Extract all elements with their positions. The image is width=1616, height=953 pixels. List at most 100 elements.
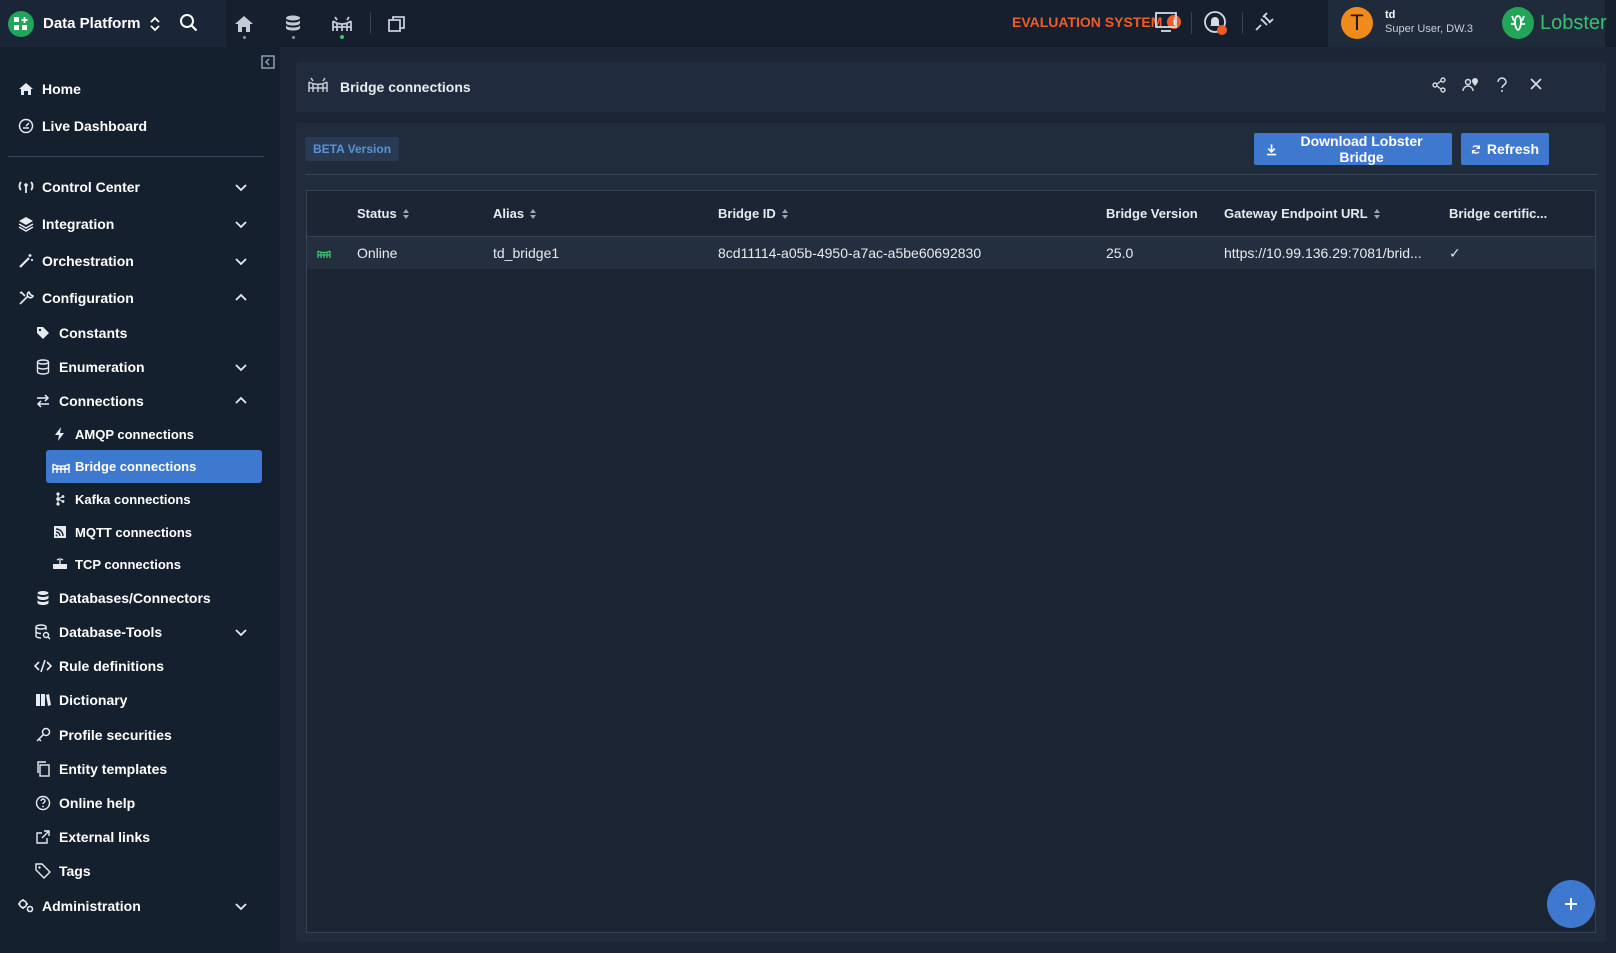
code-icon <box>34 657 52 675</box>
lobster-brand: Lobster <box>1502 7 1607 39</box>
books-icon <box>34 691 52 709</box>
evaluation-text: EVALUATION SYSTEM <box>1012 14 1163 30</box>
sidebar-item-external-links[interactable]: External links <box>0 823 272 851</box>
column-alias[interactable]: Alias <box>493 206 537 221</box>
tag-outline-icon <box>34 862 52 880</box>
bridge-icon <box>52 458 70 476</box>
sidebar-item-administration[interactable]: Administration <box>0 892 272 920</box>
sidebar-item-integration[interactable]: Integration <box>0 210 272 238</box>
sidebar-item-label: Entity templates <box>59 761 168 777</box>
sidebar-item-constants[interactable]: Constants <box>0 319 272 347</box>
sidebar-item-label: Home <box>42 81 81 97</box>
sidebar-item-dictionary[interactable]: Dictionary <box>0 686 272 714</box>
column-gateway-url[interactable]: Gateway Endpoint URL <box>1224 206 1381 221</box>
help-circle-icon <box>34 794 52 812</box>
monitor-icon[interactable] <box>1154 11 1178 33</box>
cell-status: Online <box>357 245 398 261</box>
sidebar-item-database-tools[interactable]: Database-Tools <box>0 618 272 646</box>
layers-icon <box>17 215 35 233</box>
panel-header: Bridge connections <box>296 62 1606 112</box>
sidebar-item-connections[interactable]: Connections <box>0 387 272 415</box>
bridge-table: Status Alias Bridge ID Bridge Version Ga… <box>306 190 1596 933</box>
plug-icon[interactable] <box>1253 11 1275 33</box>
plus-icon <box>1565 898 1577 910</box>
sidebar-item-profile-securities[interactable]: Profile securities <box>0 721 272 749</box>
sidebar-item-live-dashboard[interactable]: Live Dashboard <box>0 112 272 140</box>
external-link-icon <box>34 828 52 846</box>
column-bridge-certificate[interactable]: Bridge certific... <box>1449 206 1547 221</box>
add-button[interactable] <box>1547 880 1595 928</box>
nav-home[interactable] <box>224 0 264 47</box>
cell-certificate-check: ✓ <box>1449 245 1461 261</box>
sidebar-item-bridge-connections[interactable]: Bridge connections <box>46 450 262 483</box>
column-label: Status <box>357 206 397 221</box>
dashboard-icon <box>17 117 35 135</box>
bridge-icon <box>308 77 328 92</box>
download-bridge-button[interactable]: Download Lobster Bridge <box>1254 133 1452 165</box>
search-icon[interactable] <box>178 12 200 34</box>
notifications-icon[interactable] <box>1203 10 1231 38</box>
bolt-icon <box>51 425 69 443</box>
sort-icon <box>402 208 409 219</box>
chevron-up-icon <box>235 396 247 404</box>
sidebar-item-label: AMQP connections <box>75 426 194 442</box>
arrows-exchange-icon <box>34 392 52 410</box>
sort-icon <box>530 208 537 219</box>
sidebar-item-label: Connections <box>59 393 144 409</box>
nav-bridge[interactable] <box>322 0 362 47</box>
sidebar-item-online-help[interactable]: Online help <box>0 789 272 817</box>
column-status[interactable]: Status <box>357 206 410 221</box>
sidebar-item-orchestration[interactable]: Orchestration <box>0 247 272 275</box>
sidebar-item-rule-definitions[interactable]: Rule definitions <box>0 652 272 680</box>
sidebar-item-mqtt-connections[interactable]: MQTT connections <box>0 518 272 546</box>
wand-icon <box>17 252 35 270</box>
column-bridge-id[interactable]: Bridge ID <box>718 206 789 221</box>
sidebar-item-label: Database-Tools <box>59 624 163 640</box>
sidebar-item-enumeration[interactable]: Enumeration <box>0 353 272 381</box>
refresh-icon <box>1471 144 1480 154</box>
sidebar-item-home[interactable]: Home <box>0 75 272 103</box>
app-switcher[interactable]: Data Platform <box>0 0 226 47</box>
app-title: Data Platform <box>43 15 141 32</box>
rss-icon <box>51 523 69 541</box>
table-header: Status Alias Bridge ID Bridge Version Ga… <box>307 191 1595 237</box>
nav-databases[interactable] <box>273 0 313 47</box>
sidebar-item-databases-connectors[interactable]: Databases/Connectors <box>0 584 272 612</box>
nav-windows[interactable] <box>377 0 417 47</box>
help-icon[interactable] <box>1496 77 1508 93</box>
sidebar-item-kafka-connections[interactable]: Kafka connections <box>0 485 272 513</box>
chevron-down-icon <box>235 221 247 229</box>
column-label: Gateway Endpoint URL <box>1224 206 1368 221</box>
sidebar-item-label: Databases/Connectors <box>59 590 211 606</box>
database-icon <box>286 15 300 30</box>
collapse-sidebar-icon[interactable] <box>261 55 275 69</box>
sidebar-item-tags[interactable]: Tags <box>0 857 272 885</box>
close-icon[interactable] <box>1529 77 1543 91</box>
user-area[interactable]: T td Super User, DW.3 Lobster <box>1328 0 1607 47</box>
sidebar-item-label: External links <box>59 829 151 845</box>
sidebar-item-label: Control Center <box>42 179 140 195</box>
sidebar-item-entity-templates[interactable]: Entity templates <box>0 755 272 783</box>
sidebar-item-configuration[interactable]: Configuration <box>0 284 272 312</box>
sidebar-item-amqp-connections[interactable]: AMQP connections <box>0 420 272 448</box>
sort-icon <box>781 208 788 219</box>
sidebar-item-label: MQTT connections <box>75 524 192 540</box>
column-bridge-version[interactable]: Bridge Version <box>1106 206 1198 221</box>
sidebar-item-label: Online help <box>59 795 136 811</box>
users-map-icon[interactable] <box>1462 77 1480 93</box>
sidebar-item-label: Enumeration <box>59 359 145 375</box>
refresh-button[interactable]: Refresh <box>1461 133 1549 165</box>
share-icon[interactable] <box>1431 77 1447 93</box>
chevron-down-icon <box>235 364 247 372</box>
cell-gateway-url: https://10.99.136.29:7081/brid... <box>1224 245 1422 261</box>
download-icon <box>1266 143 1277 155</box>
kafka-icon <box>51 490 69 508</box>
sidebar-item-control-center[interactable]: Control Center <box>0 173 272 201</box>
table-row[interactable]: Online td_bridge1 8cd11114-a05b-4950-a7a… <box>307 237 1595 269</box>
antenna-icon <box>17 178 35 196</box>
refresh-label: Refresh <box>1486 141 1539 157</box>
cell-version: 25.0 <box>1106 245 1134 261</box>
sidebar-item-label: Tags <box>59 863 91 879</box>
chevron-down-icon <box>235 903 247 911</box>
sidebar-item-tcp-connections[interactable]: TCP connections <box>0 550 272 578</box>
